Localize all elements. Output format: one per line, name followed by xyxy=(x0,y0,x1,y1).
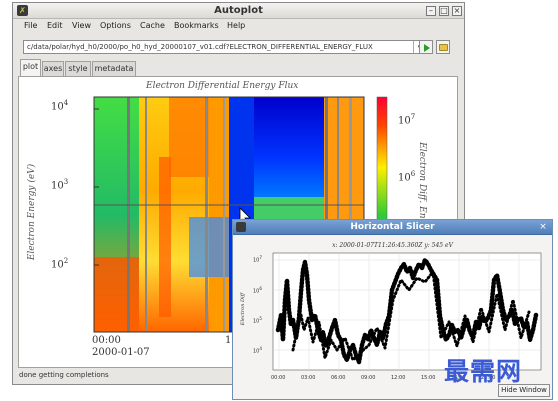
slicer-x-tick: 15:00 xyxy=(421,375,436,381)
menu-cache[interactable]: Cache xyxy=(140,21,165,30)
y-axis-label: Electron Energy (eV) xyxy=(27,163,38,261)
play-icon xyxy=(424,44,430,52)
slicer-x-tick: 12:00 xyxy=(391,375,406,381)
x-tick-label: 00:00 xyxy=(92,335,121,346)
uri-combo-box[interactable]: c/data/polar/hyd_h0/2000/po_h0_hyd_20000… xyxy=(23,40,426,54)
slicer-y-tick: 107 xyxy=(253,255,263,264)
close-icon[interactable]: × xyxy=(452,6,462,16)
menu-bookmarks[interactable]: Bookmarks xyxy=(174,21,219,30)
minimize-icon[interactable]: – xyxy=(426,6,436,16)
colorbar-tick-10e6: 106 xyxy=(398,170,416,184)
slicer-x-tick: 03:00 xyxy=(301,375,316,381)
slicer-x-tick: 09:00 xyxy=(361,375,376,381)
y-tick-label-10e3: 103 xyxy=(51,178,69,192)
folder-icon xyxy=(439,44,448,51)
screen: ✗ Autoplot – □ × File Edit View Options … xyxy=(0,0,558,401)
tab-metadata[interactable]: metadata xyxy=(92,61,136,76)
y-tick-label-10e2: 102 xyxy=(51,257,69,271)
x-sublabel: 2000-01-07 xyxy=(92,347,150,358)
menu-help[interactable]: Help xyxy=(227,21,245,30)
menu-edit[interactable]: Edit xyxy=(47,21,63,30)
slicer-x-tick: 00:00 xyxy=(271,375,286,381)
y-tick-label-10e4: 104 xyxy=(51,99,69,113)
uri-text[interactable]: c/data/polar/hyd_h0/2000/po_h0_hyd_20000… xyxy=(27,43,373,51)
slicer-y-tick: 104 xyxy=(253,346,263,355)
menu-bar: File Edit View Options Cache Bookmarks H… xyxy=(13,19,464,34)
browse-button[interactable] xyxy=(436,40,450,54)
slicer-y-tick: 106 xyxy=(253,286,263,295)
maximize-icon[interactable]: □ xyxy=(439,6,449,16)
slicer-y-axis-label: Electron Diff xyxy=(240,292,247,326)
tab-style[interactable]: style xyxy=(65,61,91,76)
watermark-logo: 最需网 xyxy=(444,357,523,386)
tab-axes[interactable]: axes xyxy=(42,61,64,76)
status-bar: done getting completions xyxy=(19,371,109,379)
go-button[interactable] xyxy=(419,40,433,54)
menu-file[interactable]: File xyxy=(24,21,37,30)
slicer-x-tick: 06:00 xyxy=(331,375,346,381)
menu-view[interactable]: View xyxy=(72,21,91,30)
tab-plot[interactable]: plot xyxy=(20,59,41,76)
colorbar-tick-10e7: 107 xyxy=(398,113,416,127)
slicer-y-tick: 105 xyxy=(253,316,263,325)
window-title: Autoplot xyxy=(214,5,263,16)
menu-options[interactable]: Options xyxy=(100,21,131,30)
title-bar[interactable]: ✗ Autoplot – □ × xyxy=(13,3,464,19)
